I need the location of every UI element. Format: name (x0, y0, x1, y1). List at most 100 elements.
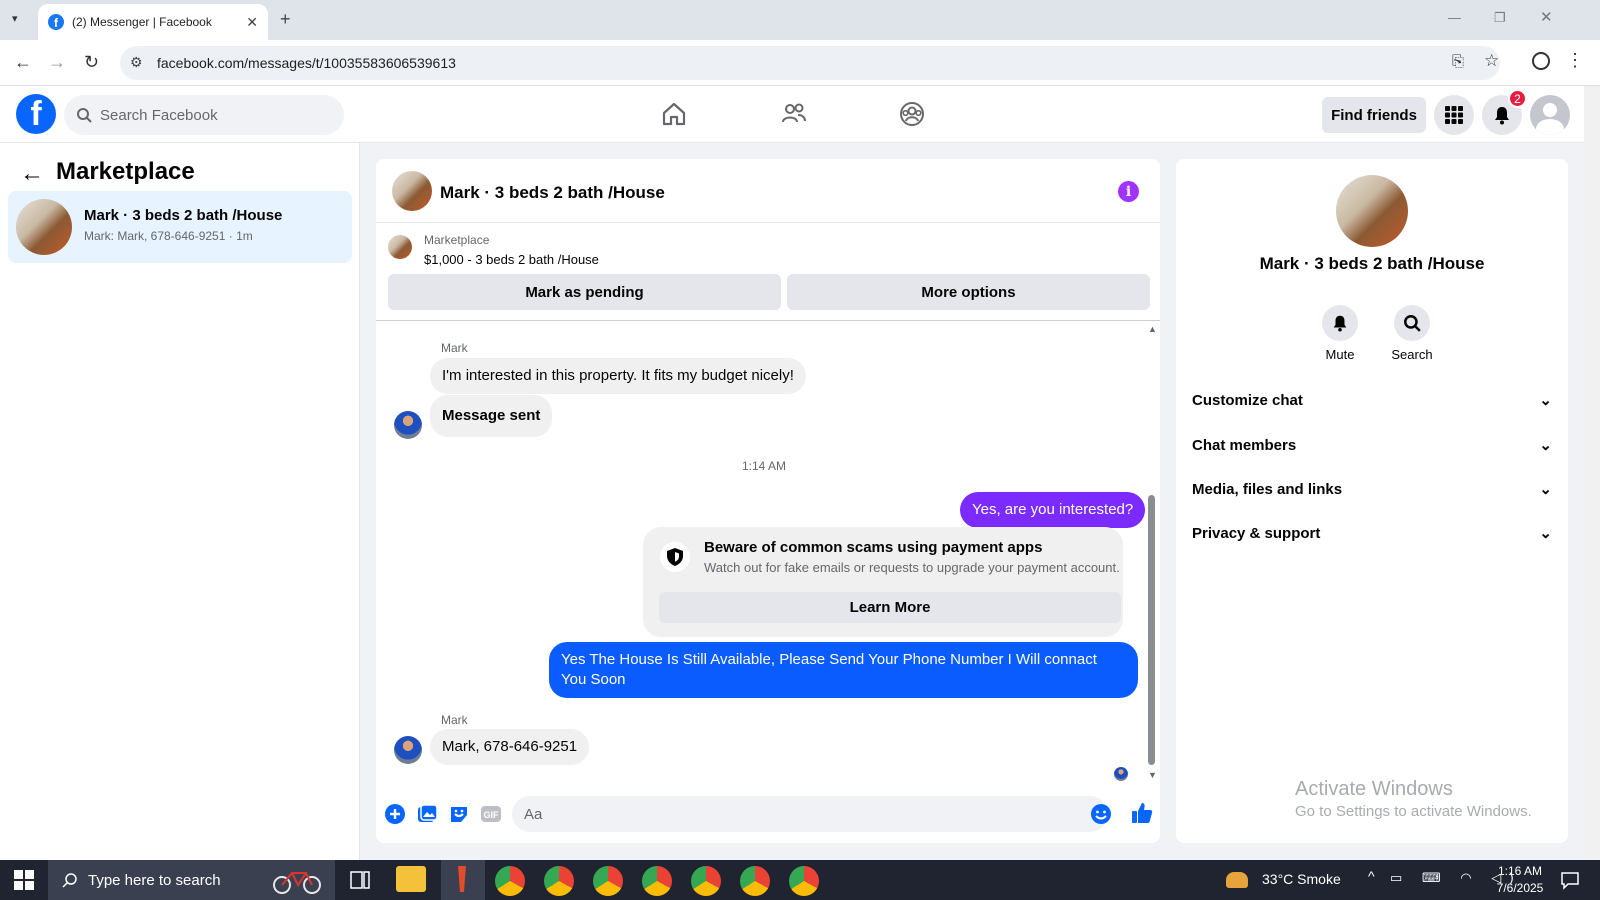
notification-center-icon[interactable] (1560, 870, 1580, 890)
outgoing-message[interactable]: Yes, are you interested? (960, 492, 1146, 528)
bicycle-icon (273, 872, 321, 894)
sender-name: Mark (441, 713, 468, 727)
media-files-links-row[interactable]: Media, files and links ⌄ (1192, 480, 1552, 499)
shield-icon (660, 542, 690, 572)
incoming-message[interactable]: Message sent (430, 395, 553, 437)
mute-button[interactable] (1322, 305, 1358, 341)
outgoing-message[interactable]: Yes The House Is Still Available, Please… (549, 642, 1138, 698)
chrome-icon[interactable] (789, 866, 819, 896)
install-app-icon[interactable]: ⎘ (1452, 53, 1464, 70)
scroll-up-icon[interactable]: ▲ (1148, 324, 1157, 334)
browser-tab[interactable]: f (2) Messenger | Facebook ✕ (38, 4, 268, 40)
facebook-logo-icon[interactable]: f (16, 94, 56, 134)
site-info-icon[interactable]: ⚙ (130, 54, 143, 71)
timestamp: 1:14 AM (742, 459, 787, 473)
back-arrow-icon[interactable]: ← (20, 160, 44, 188)
sticker-icon[interactable] (448, 803, 470, 825)
chrome-icon[interactable] (691, 866, 721, 896)
divider (376, 320, 1160, 321)
groups-icon[interactable] (898, 100, 926, 128)
sender-avatar[interactable] (394, 411, 422, 439)
svg-text:GIF: GIF (484, 810, 500, 820)
friends-icon[interactable] (780, 100, 808, 128)
account-avatar[interactable] (1530, 95, 1570, 135)
back-icon[interactable]: ← (14, 52, 32, 73)
activate-windows-title: Activate Windows (1295, 778, 1453, 800)
tray-chevron-icon[interactable]: ^ (1368, 868, 1375, 884)
chrome-icon[interactable] (642, 866, 672, 896)
message-input[interactable]: Aa (512, 796, 1108, 832)
new-tab-button[interactable]: + (280, 9, 291, 30)
chat-members-row[interactable]: Chat members ⌄ (1192, 436, 1552, 455)
section-label: Media, files and links (1192, 480, 1343, 498)
conversation-avatar[interactable] (1336, 175, 1408, 247)
clock-date[interactable]: 7/6/2025 (1490, 881, 1550, 895)
chat-title[interactable]: Mark · 3 beds 2 bath /House (440, 183, 665, 203)
listing-price[interactable]: $1,000 - 3 beds 2 bath /House (424, 252, 599, 267)
bell-icon (1495, 107, 1509, 125)
gif-icon[interactable]: GIF (480, 803, 502, 825)
incoming-message[interactable]: Mark, 678-646-9251 (430, 729, 590, 765)
search-conversation-button[interactable] (1394, 305, 1430, 341)
browser-menu-icon[interactable]: ⋮ (1566, 50, 1584, 71)
facebook-favicon-icon: f (48, 14, 64, 30)
file-explorer-icon[interactable] (396, 866, 426, 892)
photo-icon[interactable] (416, 803, 438, 825)
minimize-button[interactable]: — (1448, 10, 1461, 25)
seen-receipt-avatar (1114, 767, 1128, 781)
chrome-icon[interactable] (495, 866, 525, 896)
bookmark-star-icon[interactable]: ☆ (1484, 51, 1499, 71)
details-title: Mark · 3 beds 2 bath /House (1259, 254, 1485, 273)
taskbar-app-active[interactable] (441, 860, 485, 900)
scam-warning-title: Beware of common scams using payment app… (704, 539, 1043, 556)
tab-close-icon[interactable]: ✕ (246, 14, 258, 31)
search-icon (1404, 315, 1421, 332)
like-icon[interactable] (1130, 801, 1154, 825)
chat-scrollbar[interactable] (1148, 495, 1155, 765)
chrome-icon[interactable] (544, 866, 574, 896)
incoming-message[interactable]: I'm interested in this property. It fits… (430, 358, 806, 394)
clock-time[interactable]: 1:16 AM (1490, 864, 1550, 878)
privacy-support-row[interactable]: Privacy & support ⌄ (1192, 524, 1552, 543)
forward-icon[interactable]: → (48, 52, 66, 73)
mute-label: Mute (1325, 347, 1355, 362)
search-label: Search (1391, 347, 1433, 362)
maximize-button[interactable]: ❐ (1494, 10, 1506, 26)
chevron-down-icon: ⌄ (1539, 525, 1552, 542)
url-text[interactable]: facebook.com/messages/t/1003558360653961… (157, 55, 456, 71)
marketplace-label: Marketplace (424, 233, 490, 247)
reload-icon[interactable]: ↻ (84, 52, 99, 73)
customize-chat-row[interactable]: Customize chat ⌄ (1192, 391, 1552, 410)
sender-avatar[interactable] (394, 736, 422, 764)
scam-warning-description: Watch out for fake emails or requests to… (704, 560, 1120, 575)
emoji-icon[interactable] (1090, 803, 1112, 825)
chrome-icon[interactable] (740, 866, 770, 896)
activate-windows-subtitle: Go to Settings to activate Windows. (1295, 803, 1532, 820)
section-label: Chat members (1192, 436, 1297, 454)
weather-text[interactable]: 33°C Smoke (1262, 871, 1341, 887)
conversation-preview: Mark: Mark, 678-646-9251 · 1m (84, 229, 253, 243)
facebook-search-input[interactable]: Search Facebook (64, 95, 344, 135)
learn-more-button[interactable]: Learn More (659, 592, 1121, 623)
tab-search-button[interactable]: ▾ (12, 12, 18, 25)
scroll-down-icon[interactable]: ▼ (1148, 770, 1157, 780)
mark-pending-button[interactable]: Mark as pending (388, 274, 781, 310)
info-icon[interactable]: i (1118, 181, 1139, 202)
profile-icon[interactable] (1532, 52, 1550, 70)
bell-icon (1333, 315, 1347, 332)
weather-icon (1226, 872, 1248, 888)
home-icon[interactable] (660, 100, 688, 128)
section-label: Privacy & support (1192, 524, 1321, 542)
find-friends-button[interactable]: Find friends (1322, 97, 1426, 133)
more-options-button[interactable]: More options (787, 274, 1150, 310)
chrome-icon[interactable] (593, 866, 623, 896)
plus-icon[interactable] (384, 803, 406, 825)
task-view-icon[interactable] (350, 870, 370, 890)
listing-thumbnail (388, 235, 412, 259)
menu-grid-button[interactable] (1434, 95, 1474, 135)
page-scrollbar[interactable] (1584, 86, 1600, 860)
chat-header-avatar[interactable] (392, 171, 432, 211)
close-window-button[interactable]: ✕ (1540, 8, 1553, 26)
divider (376, 222, 1160, 223)
windows-start-icon[interactable] (14, 870, 34, 890)
